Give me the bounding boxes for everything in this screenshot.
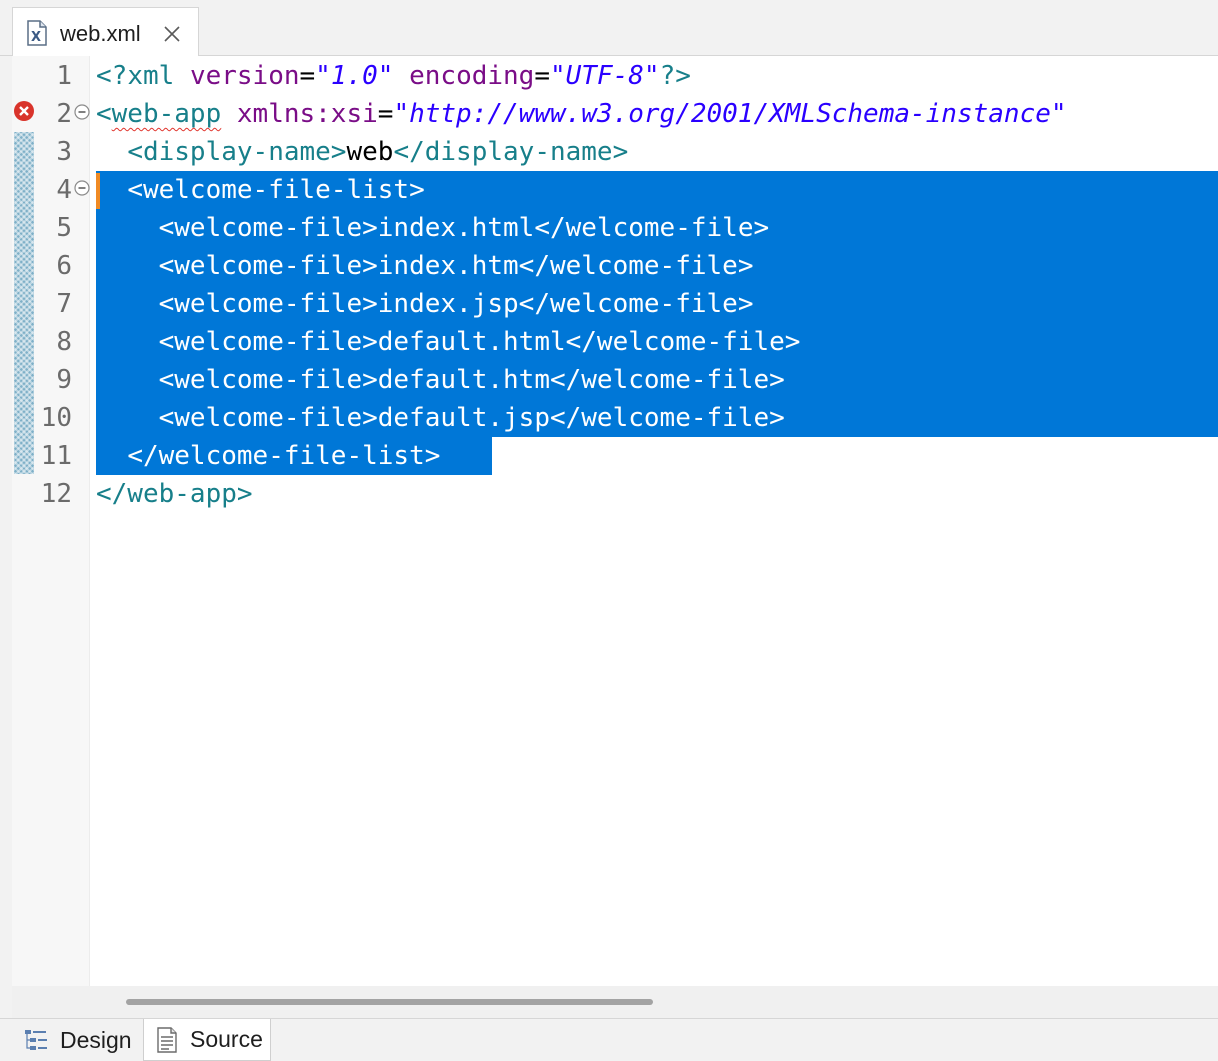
tag-bracket: < [96, 99, 112, 129]
code-line-4[interactable]: <welcome-file-list> [96, 171, 425, 209]
editor-tab-web-xml[interactable]: X web.xml [12, 7, 199, 57]
close-icon[interactable] [163, 25, 181, 43]
attribute-name: version [189, 61, 300, 91]
code-line-2[interactable]: <web-app xmlns:xsi="http://www.w3.org/20… [96, 95, 1067, 133]
svg-text:X: X [31, 30, 41, 45]
close-tag: </display-name> [393, 137, 629, 167]
line-number: 1 [56, 61, 72, 91]
equals: = [377, 99, 394, 129]
close-tag: </welcome-file> [518, 251, 754, 281]
equals: = [299, 61, 316, 91]
code-line-8[interactable]: <welcome-file>default.html</welcome-file… [96, 323, 801, 361]
close-tag: </welcome-file> [534, 213, 770, 243]
source-editor[interactable]: 1 2 3 4 5 6 7 8 9 10 11 12 <?xml version… [12, 56, 1218, 986]
attribute-name: xmlns:xsi [236, 99, 378, 129]
element-text: default.jsp [377, 403, 550, 433]
pi-close: ?> [659, 61, 691, 91]
pi-open: <? [96, 61, 128, 91]
code-line-1[interactable]: <?xml version="1.0" encoding="UTF-8"?> [96, 57, 691, 95]
design-tree-icon [25, 1030, 47, 1050]
code-line-5[interactable]: <welcome-file>index.html</welcome-file> [96, 209, 770, 247]
close-tag: </welcome-file-list> [127, 441, 441, 471]
open-tag: <display-name> [127, 137, 347, 167]
line-number: 2 [56, 99, 72, 129]
source-page-icon [157, 1026, 177, 1053]
open-tag: <welcome-file-list> [127, 175, 425, 205]
tab-design-label: Design [60, 1026, 132, 1053]
line-number: 7 [56, 289, 72, 319]
line-number: 10 [40, 403, 72, 433]
line-number: 11 [40, 441, 72, 471]
line-number: 5 [56, 213, 72, 243]
open-tag: <welcome-file> [158, 213, 378, 243]
open-tag: <welcome-file> [158, 365, 378, 395]
equals: = [534, 61, 550, 91]
annotation-ruler [12, 56, 36, 986]
element-text: index.htm [377, 251, 519, 281]
element-text: index.html [377, 213, 535, 243]
line-number: 8 [56, 327, 72, 357]
editor-page-tabs: Design Source [0, 1018, 1218, 1061]
horizontal-scrollbar[interactable] [12, 986, 1218, 1018]
element-text: web [346, 137, 394, 167]
pi-name: xml [127, 61, 175, 91]
code-line-12[interactable]: </web-app> [96, 475, 253, 513]
close-tag: </welcome-file> [549, 403, 785, 433]
xml-file-icon: X [27, 20, 47, 46]
attribute-name: encoding [409, 61, 535, 91]
tab-source-label: Source [190, 1026, 263, 1052]
attribute-value: "1.0" [315, 61, 394, 91]
editor-tab-title: web.xml [60, 21, 141, 46]
close-tag: </welcome-file> [549, 365, 785, 395]
line-number: 3 [56, 137, 72, 167]
collapse-icon[interactable] [74, 104, 90, 120]
line-number: 4 [56, 175, 72, 205]
open-tag: <welcome-file> [158, 403, 378, 433]
open-tag: <welcome-file> [158, 289, 378, 319]
code-line-11[interactable]: </welcome-file-list> [96, 437, 440, 475]
code-line-6[interactable]: <welcome-file>index.htm</welcome-file> [96, 247, 754, 285]
element-text: default.htm [377, 365, 550, 395]
scrollbar-thumb[interactable] [126, 999, 653, 1005]
editor-tab-bar: X web.xml [0, 0, 1218, 57]
code-line-9[interactable]: <welcome-file>default.htm</welcome-file> [96, 361, 785, 399]
element-text: index.jsp [377, 289, 519, 319]
error-icon[interactable] [13, 100, 35, 122]
tag-name-error: web-app [111, 99, 222, 129]
tab-source[interactable]: Source [143, 1019, 271, 1061]
change-marker [14, 132, 34, 474]
close-tag: </web-app> [96, 479, 253, 509]
code-line-10[interactable]: <welcome-file>default.jsp</welcome-file> [96, 399, 785, 437]
collapse-icon[interactable] [74, 180, 90, 196]
tab-design[interactable]: Design [12, 1019, 142, 1061]
attribute-value: "http://www.w3.org/2001/XMLSchema-instan… [393, 99, 1067, 129]
close-tag: </welcome-file> [565, 327, 801, 357]
line-number: 12 [40, 479, 72, 509]
line-number: 6 [56, 251, 72, 281]
attribute-value: "UTF-8" [550, 61, 660, 91]
line-number: 9 [56, 365, 72, 395]
close-tag: </welcome-file> [518, 289, 754, 319]
element-text: default.html [377, 327, 566, 357]
code-line-3[interactable]: <display-name>web</display-name> [96, 133, 628, 171]
code-line-7[interactable]: <welcome-file>index.jsp</welcome-file> [96, 285, 754, 323]
open-tag: <welcome-file> [158, 251, 378, 281]
open-tag: <welcome-file> [158, 327, 378, 357]
